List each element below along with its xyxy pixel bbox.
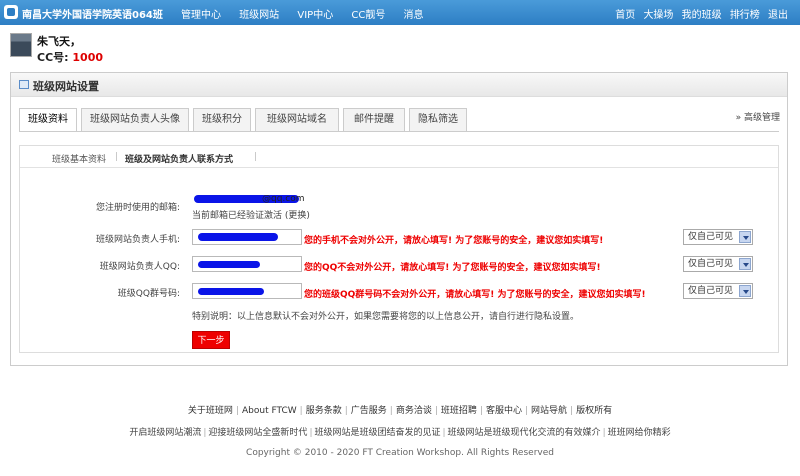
group-number-input[interactable]	[192, 283, 302, 299]
subtab-basic-info[interactable]: 班级基本资料	[52, 152, 106, 165]
redacted-phone-mark	[198, 233, 278, 241]
chevron-down-icon[interactable]	[739, 258, 751, 270]
group-number-privacy-select[interactable]: 仅自己可见	[683, 283, 753, 299]
link-my-class[interactable]: 我的班级	[682, 10, 722, 21]
footer-separator: |	[602, 428, 606, 438]
phone-privacy-value: 仅自己可见	[688, 232, 734, 242]
link-home[interactable]: 首页	[615, 10, 635, 21]
avatar[interactable]	[10, 33, 32, 57]
nav-item-vip-center[interactable]: VIP中心	[297, 10, 333, 21]
footer-link-terms[interactable]: 服务条款	[303, 406, 345, 416]
footer-slogan: 迎接班级网站全盛新时代	[208, 428, 308, 438]
chevron-down-icon[interactable]	[739, 231, 751, 243]
tab-admin-avatar[interactable]: 班级网站负责人头像	[81, 108, 189, 132]
footer-slogan: 班级网站是班级现代化交流的有效媒介	[447, 428, 601, 438]
subtab-contact-info[interactable]: 班级及网站负责人联系方式	[125, 152, 233, 165]
subtab-separator: |	[254, 152, 258, 162]
qq-label: 班级网站负责人QQ:	[99, 262, 180, 272]
footer-separator: |	[442, 428, 446, 438]
footer-link-ads[interactable]: 广告服务	[348, 406, 390, 416]
cc-number: 1000	[72, 51, 104, 64]
footer-link-copyright[interactable]: 版权所有	[573, 406, 615, 416]
contact-form-box: 班级基本资料 | 班级及网站负责人联系方式 | 您注册时使用的邮箱: @qq.c…	[19, 145, 779, 353]
email-verified-text[interactable]: 当前邮箱已经验证激活 (更换)	[192, 208, 310, 221]
footer-link-business[interactable]: 商务洽谈	[393, 406, 435, 416]
sub-tabs: 班级基本资料 | 班级及网站负责人联系方式 |	[20, 146, 778, 168]
main-nav: 管理中心 班级网站 VIP中心 CC靓号 消息	[181, 6, 439, 21]
group-number-warning: 您的班级QQ群号码不会对外公开，请放心填写! 为了您账号的安全，建议您如实填写!	[304, 290, 646, 300]
group-number-privacy-value: 仅自己可见	[688, 286, 734, 296]
privacy-note: 特别说明：以上信息默认不会对外公开，如果您需要将您的以上信息公开，请自行进行隐私…	[192, 312, 580, 322]
email-value: @qq.com	[262, 194, 305, 204]
email-label: 您注册时使用的邮箱:	[95, 203, 180, 213]
redacted-group-number-mark	[198, 288, 264, 295]
phone-input[interactable]	[192, 229, 302, 245]
user-name: 朱飞天，	[37, 35, 81, 48]
cc-label: CC号:	[37, 51, 69, 64]
tab-email-reminder[interactable]: 邮件提醒	[343, 108, 405, 132]
group-number-label: 班级QQ群号码:	[117, 289, 180, 299]
tab-privacy-filter[interactable]: 隐私筛选	[409, 108, 467, 132]
footer-slogan: 开启班级网站潮流	[129, 428, 202, 438]
qq-privacy-value: 仅自己可见	[688, 259, 734, 269]
qq-input[interactable]	[192, 256, 302, 272]
footer-link-sitemap[interactable]: 网站导航	[528, 406, 570, 416]
qq-warning: 您的QQ不会对外公开，请放心填写! 为了您账号的安全，建议您如实填写!	[304, 263, 601, 273]
footer-link-support[interactable]: 客服中心	[483, 406, 525, 416]
cc-number-line: CC号: 1000	[37, 49, 103, 65]
copyright-notice: Copyright © 2010 - 2020 FT Creation Work…	[246, 448, 554, 458]
subtab-separator: |	[115, 152, 119, 162]
chevron-down-icon[interactable]	[739, 285, 751, 297]
top-navigation-bar: 南昌大学外国语学院英语064班 管理中心 班级网站 VIP中心 CC靓号 消息 …	[0, 0, 800, 25]
nav-item-messages[interactable]: 消息	[404, 10, 424, 21]
tab-class-info[interactable]: 班级资料	[19, 108, 77, 132]
footer-link-about[interactable]: 关于班班网	[185, 406, 236, 416]
site-name[interactable]: 南昌大学外国语学院英语064班	[22, 6, 163, 21]
nav-item-class-website[interactable]: 班级网站	[239, 10, 279, 21]
footer-slogan: 班级网站是班级团结奋发的见证	[314, 428, 441, 438]
id-card-icon	[19, 80, 29, 89]
footer-slogan: 班班网给你精彩	[607, 428, 671, 438]
footer-link-jobs[interactable]: 班班招聘	[438, 406, 480, 416]
next-step-button[interactable]: 下一步	[192, 331, 230, 349]
phone-label: 班级网站负责人手机:	[95, 235, 180, 245]
panel-header: 班级网站设置	[11, 73, 787, 97]
link-playground[interactable]: 大操场	[643, 10, 673, 21]
settings-panel: 班级网站设置 班级资料 班级网站负责人头像 班级积分 班级网站域名 邮件提醒 隐…	[10, 72, 788, 366]
tab-website-domain[interactable]: 班级网站域名	[255, 108, 339, 132]
tab-class-points[interactable]: 班级积分	[193, 108, 251, 132]
advanced-management-link[interactable]: » 高级管理	[736, 110, 780, 123]
link-logout[interactable]: 退出	[768, 10, 788, 21]
panel-title: 班级网站设置	[33, 80, 99, 93]
phone-warning: 您的手机不会对外公开，请放心填写! 为了您账号的安全，建议您如实填写!	[304, 236, 604, 246]
nav-item-management-center[interactable]: 管理中心	[181, 10, 221, 21]
link-rankings[interactable]: 排行榜	[730, 10, 760, 21]
nav-item-cc-number[interactable]: CC靓号	[351, 10, 385, 21]
footer-link-about-ftcw[interactable]: About FTCW	[239, 406, 300, 416]
footer-slogans: 开启班级网站潮流 | 迎接班级网站全盛新时代 | 班级网站是班级团结奋发的见证 | 班级网站…	[0, 425, 800, 438]
qq-privacy-select[interactable]: 仅自己可见	[683, 256, 753, 272]
tab-divider	[19, 131, 779, 132]
footer-links: 关于班班网 | About FTCW | 服务条款 | 广告服务 | 商务洽谈 | 班班招聘 | 客服中…	[0, 403, 800, 416]
top-right-links: 首页 大操场 我的班级 排行榜 退出	[610, 6, 788, 21]
phone-privacy-select[interactable]: 仅自己可见	[683, 229, 753, 245]
site-logo-icon[interactable]	[4, 5, 18, 19]
redacted-qq-mark	[198, 261, 260, 268]
